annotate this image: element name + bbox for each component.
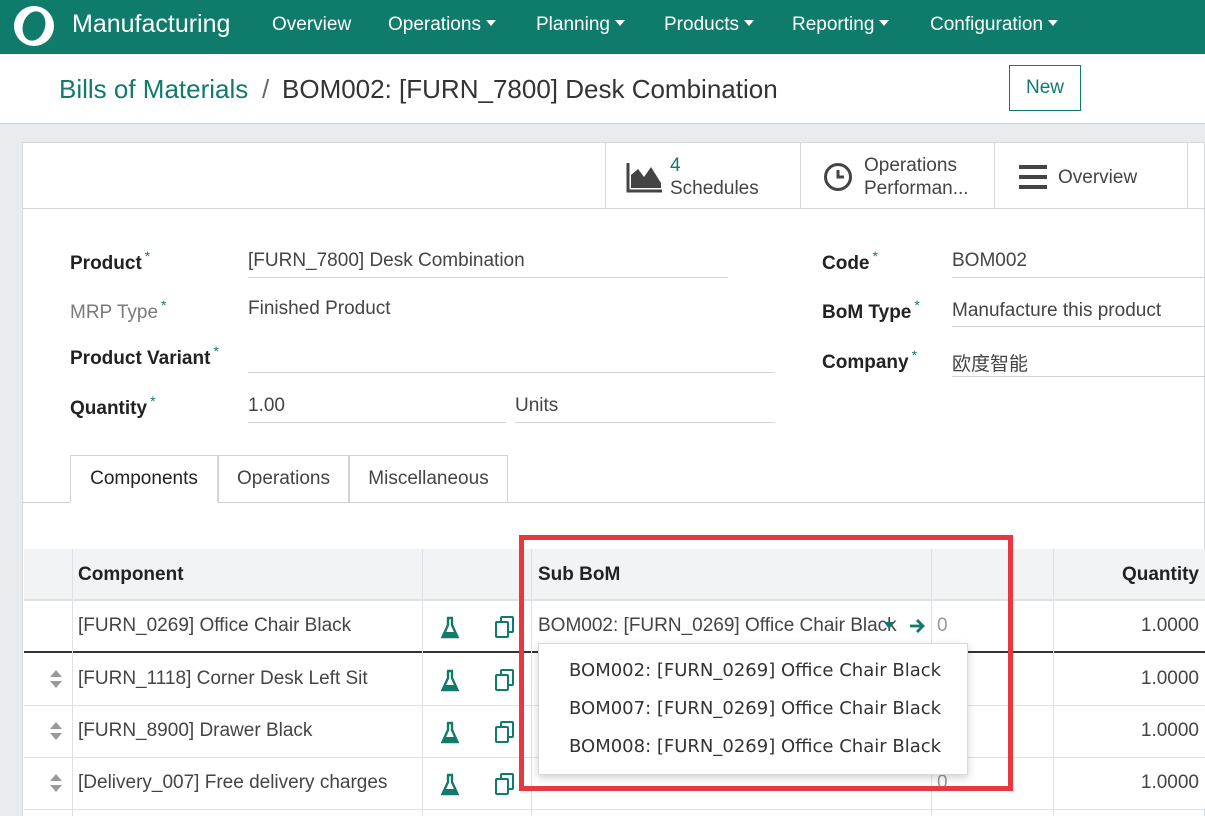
operations-label: Operations [864, 155, 957, 176]
flask-icon[interactable] [441, 616, 459, 640]
new-button[interactable]: New [1009, 65, 1081, 111]
quantity-cell[interactable]: 1.0000 [1141, 772, 1199, 794]
product-field-underline [248, 277, 728, 278]
operations-performance-button[interactable]: Operations Performan... [800, 143, 994, 209]
company-field[interactable]: 欧度智能 [952, 349, 1028, 376]
tab-miscellaneous[interactable]: Miscellaneous [349, 455, 508, 503]
overview-label: Overview [1058, 167, 1138, 188]
clock-icon [824, 163, 852, 191]
code-underline [952, 277, 1205, 278]
product-variant-underline [248, 372, 775, 373]
drag-handle-icon[interactable] [50, 774, 62, 794]
menu-products[interactable]: Products [664, 14, 754, 36]
top-navbar: Manufacturing Overview Operations Planni… [0, 0, 1205, 54]
schedules-label: Schedules [670, 178, 759, 199]
tab-components[interactable]: Components [70, 455, 218, 503]
drag-handle-icon[interactable] [50, 670, 62, 690]
bom-type-radio[interactable]: Manufacture this product [952, 300, 1161, 322]
odoo-app-icon[interactable] [14, 6, 54, 46]
quantity-underline [248, 422, 506, 423]
mrp-type-label: MRP Type * [70, 297, 167, 323]
tab-operations[interactable]: Operations [218, 455, 349, 503]
menu-overview[interactable]: Overview [272, 14, 351, 36]
quantity-field[interactable]: 1.00 [248, 395, 285, 417]
bars-icon [1019, 165, 1047, 189]
mrp-type-value: Finished Product [248, 298, 391, 319]
caret-down-icon [879, 20, 890, 26]
drag-handle-icon[interactable] [50, 722, 62, 742]
overview-button[interactable]: Overview [994, 143, 1188, 209]
copy-icon[interactable] [494, 772, 516, 796]
component-cell[interactable]: [FURN_1118] Corner Desk Left Sit [78, 668, 368, 690]
highlight-box [519, 535, 1013, 791]
component-cell[interactable]: [Delivery_007] Free delivery charges [78, 772, 387, 794]
caret-down-icon [1048, 20, 1059, 26]
schedules-count: 4 [670, 155, 681, 176]
column-divider [1053, 549, 1054, 816]
quantity-cell[interactable]: 1.0000 [1141, 615, 1199, 637]
app-name[interactable]: Manufacturing [72, 10, 230, 39]
product-variant-label: Product Variant * [70, 343, 219, 369]
component-column-header[interactable]: Component [78, 564, 184, 586]
quantity-label: Quantity * [70, 393, 156, 419]
column-divider [72, 549, 73, 816]
copy-icon[interactable] [494, 615, 516, 639]
column-divider [422, 549, 423, 816]
breadcrumb-separator: / [262, 74, 270, 104]
caret-down-icon [485, 20, 496, 26]
flask-icon[interactable] [441, 721, 459, 745]
company-underline [952, 376, 1205, 377]
component-cell[interactable]: [FURN_8900] Drawer Black [78, 720, 312, 742]
bom-type-underline [952, 326, 1205, 327]
quantity-cell[interactable]: 1.0000 [1141, 668, 1199, 690]
copy-icon[interactable] [494, 668, 516, 692]
caret-down-icon [614, 20, 625, 26]
menu-reporting[interactable]: Reporting [792, 14, 890, 36]
uom-underline [515, 422, 775, 423]
product-label: Product * [70, 248, 151, 274]
menu-configuration[interactable]: Configuration [930, 14, 1059, 36]
copy-icon[interactable] [494, 720, 516, 744]
quantity-cell[interactable]: 1.0000 [1141, 720, 1199, 742]
flask-icon[interactable] [441, 669, 459, 693]
smart-button-box: 4 Schedules Operations Performan... Over… [23, 143, 1205, 209]
performance-label: Performan... [864, 178, 969, 199]
area-chart-icon [626, 163, 662, 193]
breadcrumb-bills-of-materials[interactable]: Bills of Materials [59, 74, 248, 105]
code-label: Code * [822, 248, 878, 274]
component-cell[interactable]: [FURN_0269] Office Chair Black [78, 615, 351, 637]
menu-operations[interactable]: Operations [388, 14, 496, 36]
uom-field[interactable]: Units [515, 395, 558, 417]
code-field[interactable]: BOM002 [952, 250, 1027, 272]
menu-planning[interactable]: Planning [536, 14, 625, 36]
control-panel: Bills of Materials / BOM002: [FURN_7800]… [0, 54, 1205, 124]
flask-icon[interactable] [441, 773, 459, 797]
company-label: Company * [822, 347, 918, 373]
page-title: BOM002: [FURN_7800] Desk Combination [282, 74, 778, 104]
caret-down-icon [743, 20, 754, 26]
product-field[interactable]: [FURN_7800] Desk Combination [248, 250, 525, 272]
bom-type-label: BoM Type * [822, 297, 920, 323]
quantity-column-header[interactable]: Quantity [1122, 564, 1199, 586]
schedules-button[interactable]: 4 Schedules [605, 143, 800, 209]
